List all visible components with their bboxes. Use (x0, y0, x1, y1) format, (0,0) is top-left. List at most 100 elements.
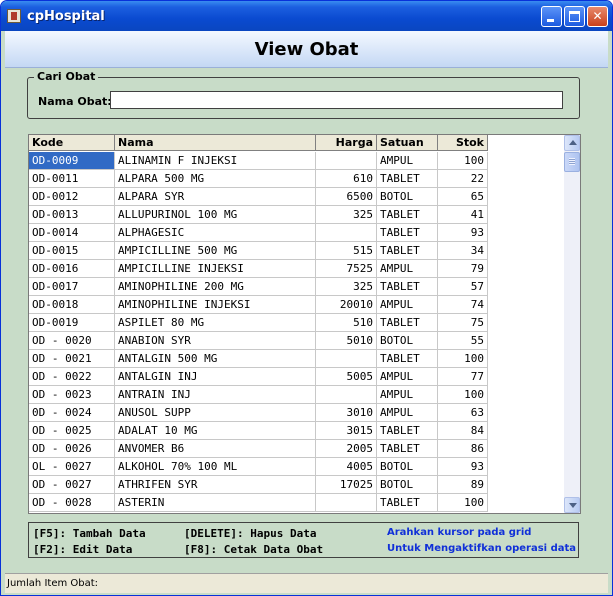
app-icon[interactable] (7, 9, 21, 23)
minimize-button[interactable] (541, 6, 562, 27)
cell-harga[interactable] (316, 224, 377, 242)
cell-satuan[interactable]: AMPUL (377, 368, 438, 386)
cell-satuan[interactable]: AMPUL (377, 260, 438, 278)
cell-satuan[interactable]: TABLET (377, 170, 438, 188)
cell-stok[interactable]: 77 (438, 368, 488, 386)
cell-nama[interactable]: AMPICILLINE INJEKSI (115, 260, 316, 278)
cell-stok[interactable]: 89 (438, 476, 488, 494)
cell-satuan[interactable]: TABLET (377, 224, 438, 242)
cell-stok[interactable]: 79 (438, 260, 488, 278)
cell-nama[interactable]: ASPILET 80 MG (115, 314, 316, 332)
cell-nama[interactable]: ANVOMER B6 (115, 440, 316, 458)
cell-satuan[interactable]: BOTOL (377, 188, 438, 206)
cell-harga[interactable]: 515 (316, 242, 377, 260)
cell-kode[interactable]: OD-0012 (29, 188, 115, 206)
cell-kode[interactable]: OD - 0025 (29, 422, 115, 440)
cell-harga[interactable]: 325 (316, 206, 377, 224)
column-header-kode[interactable]: Kode (29, 135, 115, 151)
cell-satuan[interactable]: TABLET (377, 314, 438, 332)
cell-harga[interactable]: 510 (316, 314, 377, 332)
cell-stok[interactable]: 63 (438, 404, 488, 422)
cell-stok[interactable]: 74 (438, 296, 488, 314)
cell-satuan[interactable]: BOTOL (377, 332, 438, 350)
cell-kode[interactable]: OD-0018 (29, 296, 115, 314)
cell-kode[interactable]: OD-0009 (29, 152, 115, 170)
scroll-up-button[interactable] (564, 135, 580, 151)
cell-satuan[interactable]: AMPUL (377, 152, 438, 170)
cell-satuan[interactable]: TABLET (377, 242, 438, 260)
cell-kode[interactable]: OD - 0023 (29, 386, 115, 404)
cell-harga[interactable] (316, 152, 377, 170)
column-header-nama[interactable]: Nama (115, 135, 316, 151)
cell-nama[interactable]: AMPICILLINE 500 MG (115, 242, 316, 260)
cell-stok[interactable]: 100 (438, 386, 488, 404)
cell-satuan[interactable]: TABLET (377, 422, 438, 440)
data-grid[interactable]: Kode Nama Harga Satuan Stok OD-0009 ALINA… (28, 134, 581, 514)
cell-satuan[interactable]: AMPUL (377, 386, 438, 404)
cell-nama[interactable]: ALLUPURINOL 100 MG (115, 206, 316, 224)
cell-kode[interactable]: OD - 0022 (29, 368, 115, 386)
cell-stok[interactable]: 57 (438, 278, 488, 296)
column-header-stok[interactable]: Stok (438, 135, 488, 151)
cell-stok[interactable]: 93 (438, 458, 488, 476)
scroll-thumb[interactable] (564, 152, 580, 172)
cell-nama[interactable]: AMINOPHILINE 200 MG (115, 278, 316, 296)
cell-nama[interactable]: ADALAT 10 MG (115, 422, 316, 440)
cell-stok[interactable]: 100 (438, 152, 488, 170)
cell-harga[interactable]: 7525 (316, 260, 377, 278)
cell-kode[interactable]: OD-0015 (29, 242, 115, 260)
cell-kode[interactable]: OD-0013 (29, 206, 115, 224)
cell-harga[interactable]: 3010 (316, 404, 377, 422)
cell-satuan[interactable]: TABLET (377, 350, 438, 368)
cell-stok[interactable]: 22 (438, 170, 488, 188)
cell-satuan[interactable]: AMPUL (377, 296, 438, 314)
close-button[interactable]: ✕ (587, 6, 608, 27)
cell-nama[interactable]: ALPARA 500 MG (115, 170, 316, 188)
vertical-scrollbar[interactable] (564, 135, 580, 513)
cell-satuan[interactable]: TABLET (377, 494, 438, 512)
cell-stok[interactable]: 65 (438, 188, 488, 206)
cell-stok[interactable]: 100 (438, 494, 488, 512)
cell-harga[interactable]: 4005 (316, 458, 377, 476)
cell-harga[interactable]: 6500 (316, 188, 377, 206)
cell-nama[interactable]: ANUSOL SUPP (115, 404, 316, 422)
cell-satuan[interactable]: TABLET (377, 440, 438, 458)
cell-harga[interactable]: 610 (316, 170, 377, 188)
cell-kode[interactable]: OD - 0028 (29, 494, 115, 512)
cell-harga[interactable]: 5005 (316, 368, 377, 386)
cell-stok[interactable]: 75 (438, 314, 488, 332)
cell-kode[interactable]: OD-0011 (29, 170, 115, 188)
cell-kode[interactable]: OD - 0020 (29, 332, 115, 350)
maximize-button[interactable] (564, 6, 585, 27)
cell-harga[interactable]: 2005 (316, 440, 377, 458)
cell-nama[interactable]: ANTALGIN 500 MG (115, 350, 316, 368)
cell-nama[interactable]: AMINOPHILINE INJEKSI (115, 296, 316, 314)
cell-stok[interactable]: 41 (438, 206, 488, 224)
cell-satuan[interactable]: BOTOL (377, 476, 438, 494)
cell-stok[interactable]: 84 (438, 422, 488, 440)
cell-harga[interactable]: 5010 (316, 332, 377, 350)
cell-nama[interactable]: ANTRAIN INJ (115, 386, 316, 404)
cell-satuan[interactable]: TABLET (377, 278, 438, 296)
cell-harga[interactable] (316, 386, 377, 404)
search-input[interactable] (110, 91, 563, 109)
cell-satuan[interactable]: BOTOL (377, 458, 438, 476)
cell-nama[interactable]: ANTALGIN INJ (115, 368, 316, 386)
cell-nama[interactable]: ASTERIN (115, 494, 316, 512)
cell-harga[interactable]: 17025 (316, 476, 377, 494)
title-bar[interactable]: cpHospital ✕ (1, 1, 612, 31)
cell-kode[interactable]: OD-0016 (29, 260, 115, 278)
cell-stok[interactable]: 55 (438, 332, 488, 350)
cell-kode[interactable]: OD - 0026 (29, 440, 115, 458)
cell-nama[interactable]: ANABION SYR (115, 332, 316, 350)
cell-nama[interactable]: ALPARA SYR (115, 188, 316, 206)
cell-harga[interactable]: 325 (316, 278, 377, 296)
cell-nama[interactable]: ATHRIFEN SYR (115, 476, 316, 494)
cell-nama[interactable]: ALPHAGESIC (115, 224, 316, 242)
cell-stok[interactable]: 100 (438, 350, 488, 368)
cell-kode[interactable]: 0D - 0024 (29, 404, 115, 422)
column-header-satuan[interactable]: Satuan (377, 135, 438, 151)
cell-satuan[interactable]: TABLET (377, 206, 438, 224)
cell-nama[interactable]: ALKOHOL 70% 100 ML (115, 458, 316, 476)
column-header-harga[interactable]: Harga (316, 135, 377, 151)
